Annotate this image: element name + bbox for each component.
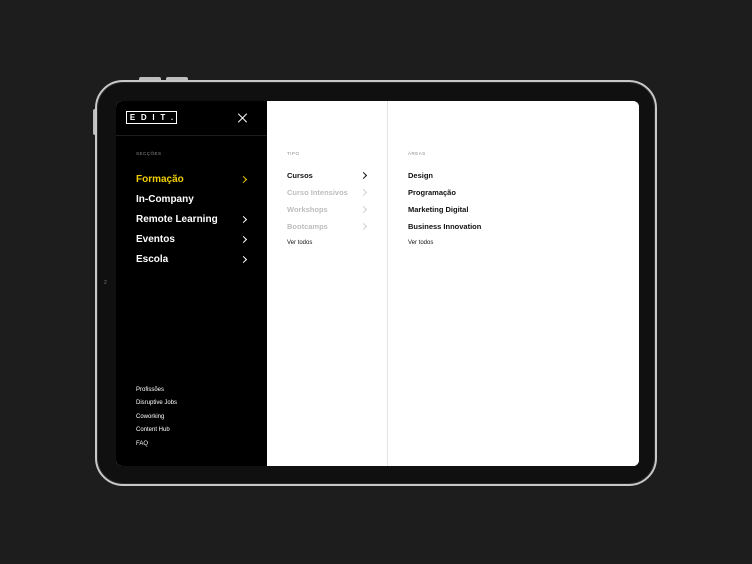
area-item-business-innovation[interactable]: Business Innovation (408, 218, 481, 235)
menu-item-in-company[interactable]: In-Company (136, 189, 248, 209)
logo-letter: T (160, 113, 166, 122)
footer-link-faq[interactable]: FAQ (136, 438, 177, 451)
menu-item-label: In-Company (136, 193, 194, 205)
area-item-marketing-digital[interactable]: Marketing Digital (408, 201, 481, 218)
main-menu: Formação In-Company Remote Learning Even… (136, 169, 248, 269)
tipo-see-all-link[interactable]: Ver todos (287, 240, 312, 246)
chevron-right-icon (239, 235, 248, 243)
footer-link-content-hub[interactable]: Content Hub (136, 424, 177, 437)
menu-item-eventos[interactable]: Eventos (136, 229, 248, 249)
chevron-right-icon (359, 205, 368, 214)
chevron-right-icon (359, 222, 368, 231)
tipo-item-cursos[interactable]: Cursos (287, 167, 368, 184)
chevron-right-icon (239, 255, 248, 263)
logo-letter: I (152, 113, 155, 122)
footer-menu: Profissões Disruptive Jobs Coworking Con… (136, 384, 177, 451)
tipo-item-label: Workshops (287, 205, 328, 214)
logo-letter: E (129, 113, 136, 122)
chevron-right-icon (239, 215, 248, 223)
footer-link-coworking[interactable]: Coworking (136, 411, 177, 424)
tipo-item-curso-intensivos[interactable]: Curso Intensivos (287, 184, 368, 201)
tipo-item-bootcamps[interactable]: Bootcamps (287, 218, 368, 235)
footer-link-disruptive-jobs[interactable]: Disruptive Jobs (136, 397, 177, 410)
menu-item-escola[interactable]: Escola (136, 249, 248, 269)
nav-header: E D I T . (116, 101, 267, 136)
footer-link-profissoes[interactable]: Profissões (136, 384, 177, 397)
areas-list: Design Programação Marketing Digital Bus… (408, 167, 481, 235)
menu-item-remote-learning[interactable]: Remote Learning (136, 209, 248, 229)
main-navigation-panel: E D I T . SECÇÕES Formação In-Company Re… (116, 101, 267, 466)
tipo-item-label: Bootcamps (287, 222, 328, 231)
menu-item-label: Eventos (136, 233, 175, 245)
tipo-item-label: Curso Intensivos (287, 188, 348, 197)
stage: 2 E D I T . SECÇÕES Formação In-Company … (0, 0, 752, 564)
close-icon[interactable] (238, 113, 248, 123)
edit-logo[interactable]: E D I T . (126, 111, 177, 124)
menu-item-label: Remote Learning (136, 213, 218, 225)
ipad-screen: E D I T . SECÇÕES Formação In-Company Re… (116, 101, 639, 466)
logo-letter: . (170, 113, 174, 122)
chevron-right-icon (239, 175, 248, 183)
chevron-right-icon (359, 171, 368, 180)
chevron-right-icon (359, 188, 368, 197)
tipo-item-label: Cursos (287, 171, 313, 180)
tipo-column: TIPO Cursos Curso Intensivos Workshops B… (267, 101, 388, 466)
tipo-label: TIPO (287, 151, 300, 156)
logo-letter: D (140, 113, 147, 122)
areas-see-all-link[interactable]: Ver todos (408, 240, 433, 246)
device-side-marker: 2 (104, 280, 107, 286)
menu-item-label: Escola (136, 253, 169, 265)
areas-column: ÁREAS Design Programação Marketing Digit… (388, 101, 639, 466)
area-item-design[interactable]: Design (408, 167, 481, 184)
tipo-list: Cursos Curso Intensivos Workshops Bootca… (287, 167, 368, 235)
tipo-item-workshops[interactable]: Workshops (287, 201, 368, 218)
menu-item-formacao[interactable]: Formação (136, 169, 248, 189)
menu-item-label: Formação (136, 173, 184, 185)
area-item-programacao[interactable]: Programação (408, 184, 481, 201)
sections-label: SECÇÕES (136, 151, 162, 156)
areas-label: ÁREAS (408, 151, 426, 156)
